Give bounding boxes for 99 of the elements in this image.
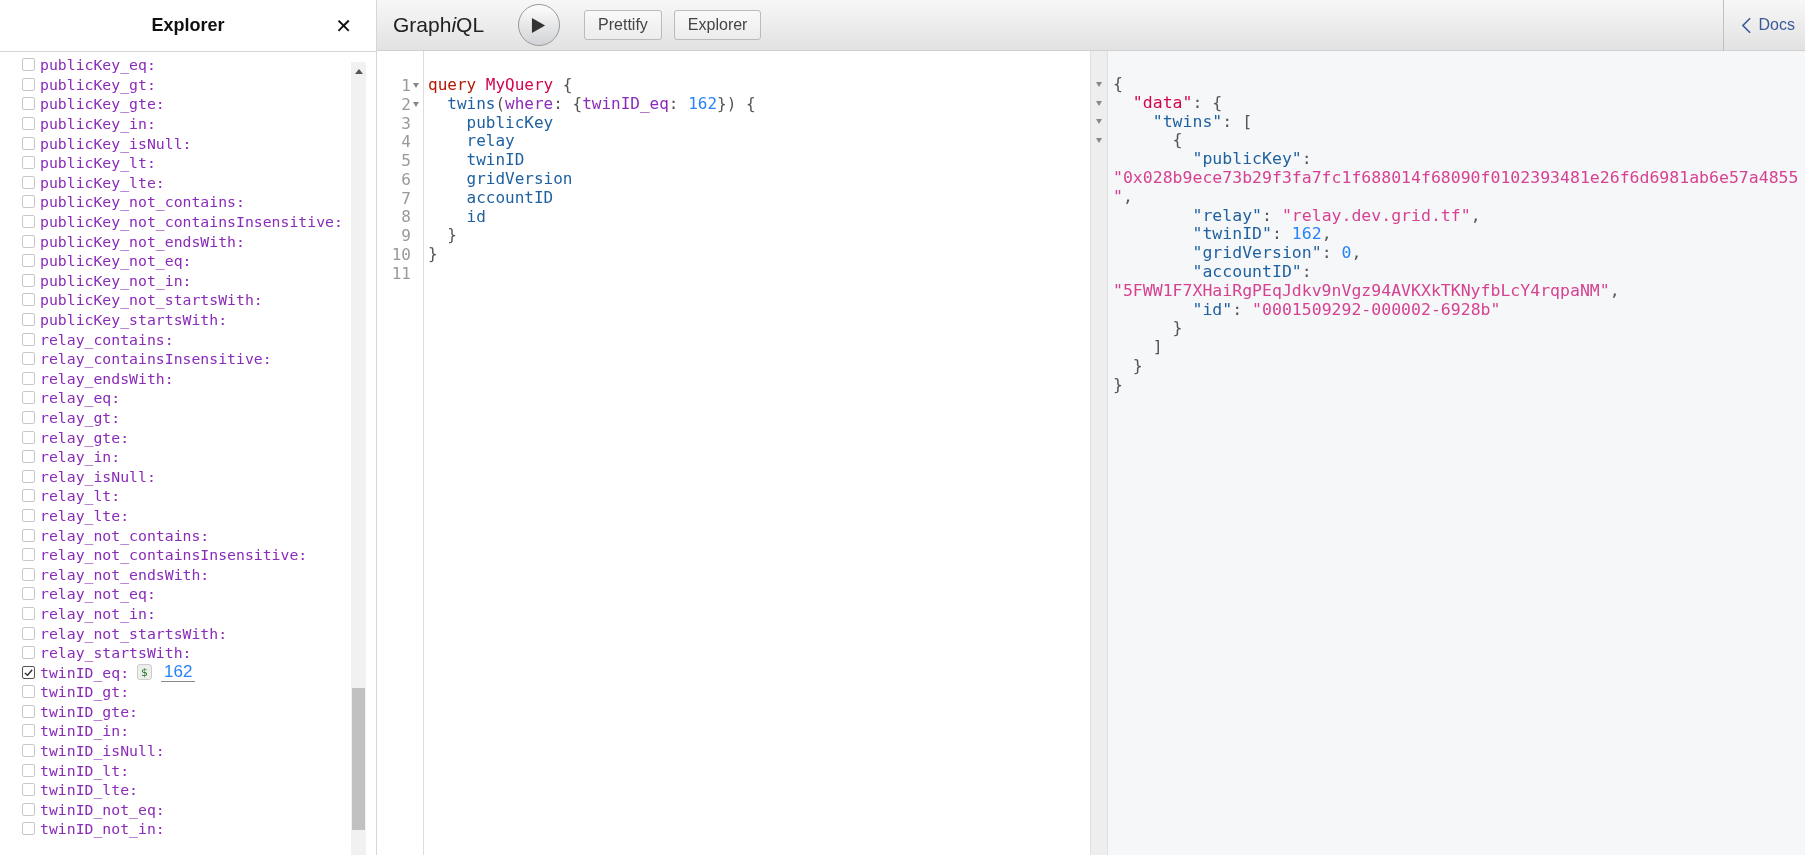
code-line: twinID — [465, 151, 525, 170]
variable-button[interactable]: $ — [137, 664, 153, 681]
argument-name[interactable]: twinID_gte: — [40, 702, 138, 720]
code-line: twins(where: {twinID_eq: 162}) { — [446, 94, 756, 114]
argument-name[interactable]: relay_isNull: — [40, 467, 156, 485]
line-number: 2 — [401, 94, 411, 114]
result-line: ] — [1151, 338, 1163, 357]
argument-name[interactable]: publicKey_eq: — [40, 56, 156, 74]
argument-name[interactable]: relay_startsWith: — [40, 644, 192, 662]
line-number: 10 — [391, 245, 411, 265]
scrollbar[interactable] — [351, 62, 366, 855]
argument-name[interactable]: publicKey_not_endsWith: — [40, 232, 245, 250]
result-line: { — [1113, 75, 1123, 94]
argument-name[interactable]: publicKey_startsWith: — [40, 311, 228, 328]
argument-name[interactable]: publicKey_not_eq: — [40, 252, 192, 270]
fold-icon[interactable] — [413, 82, 419, 88]
argument-name[interactable]: publicKey_not_in: — [40, 271, 192, 289]
code-line: gridVersion — [465, 170, 573, 189]
argument-name[interactable]: publicKey_isNull: — [40, 134, 192, 152]
result-line: ", — [1113, 187, 1133, 207]
line-number: 6 — [401, 169, 411, 189]
argument-name[interactable]: twinID_eq: — [40, 663, 130, 681]
result-line: "data": { — [1131, 93, 1223, 113]
scroll-up-icon[interactable] — [355, 69, 363, 74]
docs-button[interactable]: Docs — [1722, 0, 1805, 51]
result-line: "twins": [ — [1151, 112, 1253, 132]
scrollbar-thumb[interactable] — [352, 688, 365, 830]
argument-name[interactable]: relay_gt: — [40, 409, 121, 426]
result-line: "accountID": — [1191, 262, 1312, 282]
line-number: 9 — [401, 226, 411, 246]
argument-name[interactable]: twinID_isNull: — [40, 742, 165, 760]
argument-name[interactable]: relay_not_startsWith: — [40, 624, 228, 642]
line-number: 5 — [401, 151, 411, 171]
line-number: 3 — [401, 113, 411, 133]
argument-name[interactable]: publicKey_not_startsWith: — [40, 291, 263, 309]
toolbar-button[interactable]: Prettify — [584, 10, 662, 40]
argument-name[interactable]: relay_contains: — [40, 330, 174, 348]
argument-name[interactable]: twinID_not_eq: — [40, 800, 165, 818]
argument-name[interactable]: relay_not_in: — [40, 604, 156, 622]
result-line: } — [1113, 375, 1123, 395]
checkbox[interactable] — [22, 665, 35, 679]
argument-name[interactable]: publicKey_not_contains: — [40, 193, 245, 211]
argument-name[interactable]: publicKey_lte: — [40, 173, 165, 191]
chevron-left-icon — [1741, 16, 1751, 34]
argument-name[interactable]: relay_not_endsWith: — [40, 565, 210, 583]
result-line: "gridVersion": 0, — [1191, 244, 1362, 263]
fold-icon[interactable] — [1096, 100, 1102, 106]
argument-name[interactable]: twinID_lt: — [40, 761, 130, 779]
argument-name[interactable]: twinID_lte: — [40, 781, 138, 799]
result-line: } — [1171, 319, 1183, 339]
line-number: 8 — [401, 207, 411, 227]
argument-name[interactable]: relay_not_eq: — [40, 585, 156, 603]
code-line: relay — [465, 132, 515, 152]
play-icon — [530, 16, 546, 34]
fold-icon[interactable] — [1096, 81, 1102, 87]
run-button[interactable] — [518, 4, 561, 46]
code-line: } — [428, 245, 438, 264]
argument-name[interactable]: relay_endsWith: — [40, 369, 174, 387]
argument-name[interactable]: relay_lt: — [40, 487, 121, 505]
result-line: "id": "0001509292-000002-6928b" — [1191, 300, 1501, 320]
result-line: "publicKey": — [1191, 150, 1312, 169]
argument-name[interactable]: relay_not_contains: — [40, 526, 210, 544]
app-logo: GraphiQL — [393, 13, 485, 37]
argument-name[interactable]: twinID_in: — [40, 722, 130, 740]
argument-name[interactable]: relay_gte: — [40, 428, 130, 446]
fold-icon[interactable] — [413, 101, 419, 107]
value-field[interactable]: 162 — [161, 662, 196, 683]
code-line: publicKey — [465, 113, 554, 133]
result-line: "relay": "relay.dev.grid.tf", — [1191, 206, 1481, 226]
line-number: 11 — [391, 263, 411, 283]
result-line: "0x028b9ece73b29f3fa7fc1f688014f68090f0102393481e26f6d6981ab6e57a4855 — [1113, 169, 1799, 188]
argument-name[interactable]: twinID_gt: — [40, 683, 130, 701]
line-number: 4 — [401, 132, 411, 152]
code-line: query MyQuery { — [428, 76, 573, 95]
fold-icon[interactable] — [1096, 138, 1102, 144]
argument-name[interactable]: relay_lte: — [40, 506, 130, 524]
toolbar-button[interactable]: Explorer — [673, 10, 762, 40]
argument-name[interactable]: publicKey_gt: — [40, 75, 156, 93]
code-line: accountID — [465, 188, 554, 208]
argument-name[interactable]: relay_not_containsInsensitive: — [40, 546, 308, 564]
code-line: id — [465, 207, 486, 227]
argument-name[interactable]: publicKey_not_containsInsensitive: — [40, 213, 343, 231]
explorer-title: Explorer — [151, 15, 225, 36]
argument-name[interactable]: publicKey_lt: — [40, 154, 156, 172]
result-line: "5FWW1F7XHaiRgPEqJdkv9nVgz94AVKXkTKNyfbLcY4rqpaNM", — [1113, 281, 1620, 301]
argument-name[interactable]: publicKey_gte: — [40, 95, 165, 113]
code-line: } — [446, 226, 457, 246]
argument-name[interactable]: publicKey_in: — [40, 115, 156, 133]
close-button[interactable]: ✕ — [331, 12, 356, 40]
argument-name[interactable]: twinID_not_in: — [40, 820, 165, 838]
fold-icon[interactable] — [1096, 119, 1102, 125]
result-line: { — [1171, 131, 1183, 151]
line-number: 7 — [401, 188, 411, 208]
argument-name[interactable]: relay_in: — [40, 448, 121, 466]
line-number: 1 — [401, 75, 411, 95]
argument-name[interactable]: relay_containsInsensitive: — [40, 350, 272, 368]
result-line: "twinID": 162, — [1191, 225, 1332, 245]
result-line: } — [1131, 356, 1143, 376]
argument-name[interactable]: relay_eq: — [40, 389, 121, 407]
